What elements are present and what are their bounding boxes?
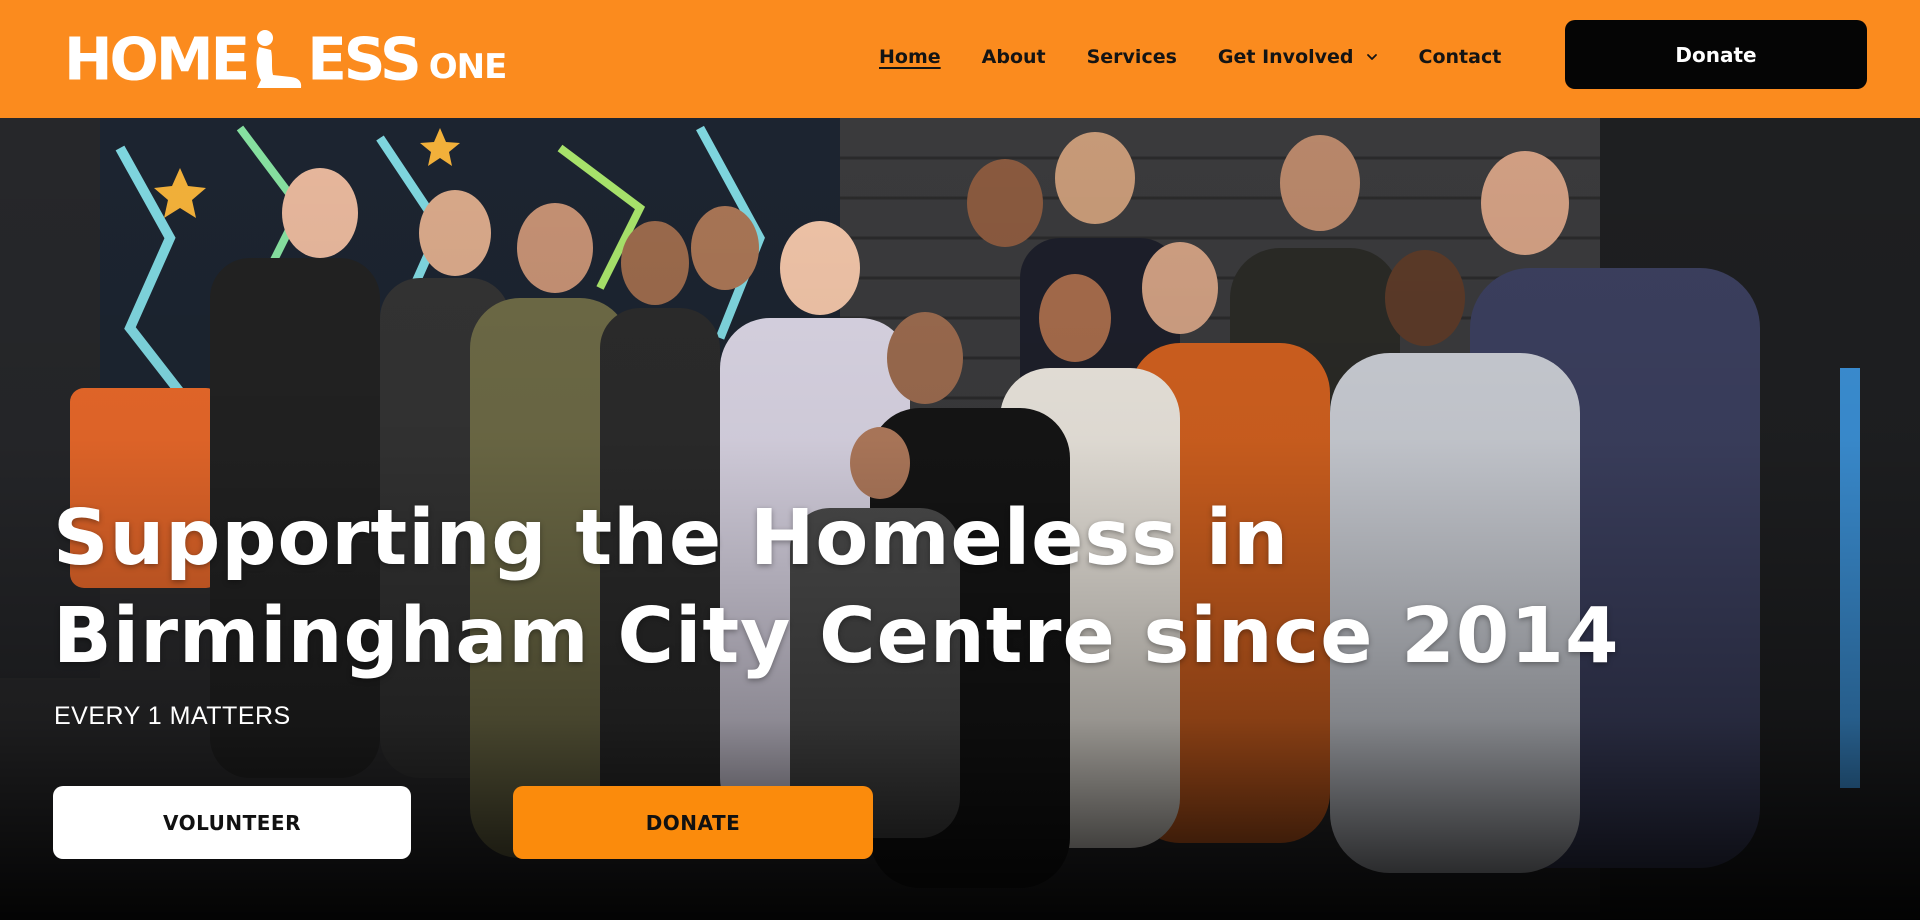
site-header: HOME ESS ONE Home About Services Get Inv… xyxy=(0,0,1920,118)
nav-get-involved[interactable]: Get Involved xyxy=(1218,46,1378,68)
hero-section: Supporting the Homeless in Birmingham Ci… xyxy=(0,118,1920,920)
logo-word-left: HOME xyxy=(64,24,250,94)
hero-tagline: EVERY 1 MATTERS xyxy=(54,702,291,730)
person-silhouette-icon xyxy=(256,30,302,88)
logo-word-right: ESS xyxy=(307,24,422,94)
nav-home[interactable]: Home xyxy=(879,46,941,68)
nav-about[interactable]: About xyxy=(982,46,1046,68)
homeless-one-logo[interactable]: HOME ESS ONE xyxy=(64,24,508,94)
volunteer-button[interactable]: VOLUNTEER xyxy=(53,786,411,859)
nav-contact[interactable]: Contact xyxy=(1419,46,1502,68)
nav-services[interactable]: Services xyxy=(1087,46,1177,68)
hero-title-line-2: Birmingham City Centre since 2014 xyxy=(53,592,1620,681)
chevron-down-icon xyxy=(1366,54,1377,60)
hero-title-line-1: Supporting the Homeless in xyxy=(53,494,1290,583)
hero-title: Supporting the Homeless in Birmingham Ci… xyxy=(53,490,1653,686)
logo-suffix: ONE xyxy=(428,47,508,87)
main-nav: Home About Services Get Involved Contact xyxy=(879,46,1542,68)
hero-donate-button[interactable]: DONATE xyxy=(513,786,873,859)
nav-get-involved-label: Get Involved xyxy=(1217,46,1354,68)
header-donate-button[interactable]: Donate xyxy=(1565,20,1867,89)
